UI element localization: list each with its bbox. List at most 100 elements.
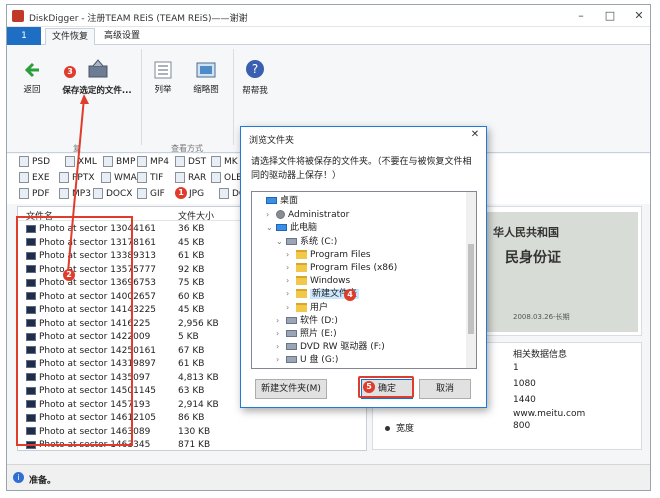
- tree-item[interactable]: › Windows: [286, 274, 350, 287]
- usb-icon: [286, 356, 297, 364]
- tree-item[interactable]: › Program Files: [286, 248, 371, 261]
- tree-item-label: 软件 (D:): [300, 315, 338, 326]
- filter-mp4[interactable]: MP4: [137, 156, 169, 169]
- tree-item[interactable]: › Administrator: [266, 208, 349, 221]
- props-value: 1080: [513, 379, 536, 389]
- expand-chevron-icon[interactable]: ›: [266, 208, 276, 221]
- maximize-button[interactable]: □: [596, 9, 624, 23]
- file-size: 130 KB: [178, 426, 211, 437]
- scrollbar-thumb[interactable]: [468, 244, 474, 334]
- expand-chevron-icon[interactable]: ⌄: [266, 221, 276, 234]
- tab-advanced-settings[interactable]: 高级设置: [99, 28, 145, 46]
- filter-psd[interactable]: PSD: [19, 156, 50, 169]
- file-size: 61 KB: [178, 251, 205, 261]
- tree-item[interactable]: 桌面: [256, 195, 298, 208]
- expand-chevron-icon[interactable]: ›: [286, 274, 296, 287]
- expand-chevron-icon[interactable]: ›: [276, 314, 286, 327]
- status-bar: i 准备。: [7, 464, 650, 490]
- svg-text:?: ?: [252, 62, 258, 76]
- list-view-button[interactable]: 列举: [145, 61, 181, 101]
- filter-gif[interactable]: GIF: [137, 188, 165, 201]
- close-button[interactable]: ✕: [625, 9, 650, 23]
- back-arrow-icon: [24, 62, 39, 78]
- browse-folder-dialog: 浏览文件夹 ✕ 请选择文件将被保存的文件夹。（不要在与被恢复文件相同的驱动器上保…: [240, 126, 487, 408]
- expand-chevron-icon[interactable]: ›: [286, 287, 296, 300]
- filter-pptx[interactable]: PPTX: [59, 172, 95, 185]
- props-value: 1: [513, 363, 519, 373]
- thumbnail-view-button[interactable]: 缩略图: [185, 61, 227, 101]
- drive-icon: [286, 330, 297, 337]
- list-view-icon: [154, 61, 172, 79]
- exe-icon: [19, 172, 29, 183]
- file-size: 4,813 KB: [178, 372, 219, 383]
- step-badge: 2: [63, 269, 75, 281]
- drive-icon: [286, 316, 297, 324]
- pptx-icon: [59, 172, 69, 183]
- new-folder-button[interactable]: 新建文件夹(M): [255, 379, 327, 399]
- bmp-icon: [103, 156, 113, 167]
- info-icon: i: [13, 472, 24, 483]
- expand-chevron-icon[interactable]: ›: [286, 248, 296, 261]
- filter-exe[interactable]: EXE: [19, 172, 50, 185]
- expand-chevron-icon[interactable]: ›: [286, 261, 296, 274]
- expand-chevron-icon[interactable]: ›: [276, 340, 286, 353]
- annotation-highlight-ok: [358, 376, 414, 398]
- status-text: 准备。: [29, 476, 57, 486]
- filter-mk[interactable]: MK: [211, 156, 238, 169]
- filter-wma[interactable]: WMA: [101, 172, 137, 185]
- app-menu-button[interactable]: 1: [7, 27, 41, 45]
- filter-mp3[interactable]: MP3: [59, 188, 91, 201]
- tree-scrollbar[interactable]: [466, 192, 476, 368]
- file-size: 45 KB: [178, 305, 205, 315]
- dialog-close-button[interactable]: ✕: [467, 129, 483, 145]
- cancel-button[interactable]: 取消: [419, 379, 471, 399]
- group-label-view: 查看方式: [171, 144, 203, 153]
- props-value: 1440: [513, 395, 536, 405]
- expand-chevron-icon[interactable]: ›: [276, 327, 286, 340]
- tree-item[interactable]: › U 盘 (G:): [276, 353, 338, 366]
- expand-chevron-icon[interactable]: ›: [276, 353, 286, 366]
- tree-item[interactable]: ⌄ 此电脑: [266, 221, 317, 234]
- pdf-icon: [19, 188, 29, 199]
- column-header-size[interactable]: 文件大小: [178, 209, 214, 222]
- minimize-button[interactable]: –: [567, 9, 595, 23]
- expand-chevron-icon[interactable]: ›: [286, 301, 296, 314]
- tree-item-label: 照片 (E:): [300, 329, 337, 339]
- expand-chevron-icon[interactable]: ⌄: [276, 235, 286, 248]
- ribbon-tab-bar: 1 文件恢复 高级设置: [7, 27, 650, 46]
- step-badge: 4: [344, 289, 356, 301]
- help-button[interactable]: ? 帮帮我: [237, 59, 273, 101]
- tree-item[interactable]: › 软件 (D:): [276, 314, 338, 327]
- docx-icon: [93, 188, 103, 199]
- filter-rar[interactable]: RAR: [175, 172, 206, 185]
- rar-icon: [175, 172, 185, 183]
- tree-item[interactable]: › DVD RW 驱动器 (F:): [276, 340, 385, 353]
- tree-item-label: Windows: [310, 276, 351, 287]
- folder-icon: [296, 302, 307, 312]
- filter-jpg[interactable]: JPG: [189, 188, 204, 201]
- file-size: 36 KB: [178, 224, 205, 234]
- tree-item[interactable]: › 照片 (E:): [276, 327, 337, 340]
- title-bar: DiskDigger - 注册TEAM REiS (TEAM REiS)——谢谢…: [7, 5, 650, 27]
- annotation-highlight-list: [16, 216, 133, 446]
- filter-docx[interactable]: DOCX: [93, 188, 132, 201]
- tree-item[interactable]: › Program Files (x86): [286, 261, 397, 274]
- filter-xml[interactable]: XML: [65, 156, 97, 169]
- filter-ole[interactable]: OLE: [211, 172, 242, 185]
- file-size: 63 KB: [178, 386, 205, 396]
- step-badge: 1: [175, 187, 187, 199]
- tree-item-label: Program Files: [310, 249, 371, 260]
- tree-item-label: 系统 (C:): [300, 236, 338, 247]
- dvd-icon: [286, 343, 297, 351]
- tab-file-recovery[interactable]: 文件恢复: [45, 28, 95, 46]
- back-button[interactable]: 返回: [15, 61, 49, 101]
- file-size: 871 KB: [178, 440, 211, 450]
- tree-item[interactable]: ⌄ 系统 (C:): [276, 235, 337, 248]
- tree-item-label: DVD RW 驱动器 (F:): [300, 342, 385, 353]
- filter-dst[interactable]: DST: [175, 156, 206, 169]
- filter-pdf[interactable]: PDF: [19, 188, 50, 201]
- tree-item[interactable]: › 用户: [286, 301, 328, 314]
- filter-bmp[interactable]: BMP: [103, 156, 135, 169]
- filter-tif[interactable]: TIF: [137, 172, 163, 185]
- mk-icon: [211, 156, 221, 167]
